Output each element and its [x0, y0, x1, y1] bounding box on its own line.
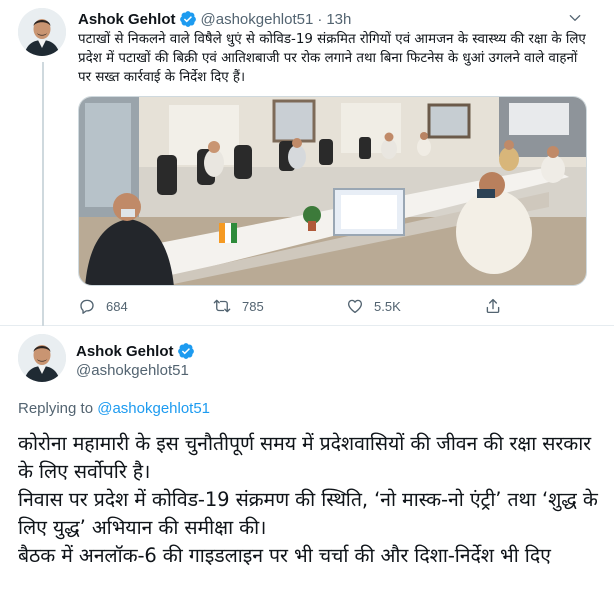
author-name[interactable]: Ashok Gehlot: [76, 343, 174, 360]
replying-to: Replying to @ashokgehlot51: [18, 400, 210, 417]
author-handle[interactable]: @ashokgehlot51: [201, 11, 314, 28]
retweet-count: 785: [242, 298, 264, 314]
chevron-down-icon: [569, 15, 581, 21]
tweet-actions: 684 785 5.5K: [78, 293, 518, 319]
verified-badge-icon: [179, 10, 197, 28]
more-options-button[interactable]: [564, 8, 586, 28]
share-icon: [486, 298, 500, 314]
tweet-text: पटाखों से निकलने वाले विषैले धुएं से कोव…: [78, 32, 586, 85]
reply-button[interactable]: 684: [78, 293, 128, 319]
reply-count: 684: [106, 298, 128, 314]
timestamp[interactable]: 13h: [326, 11, 351, 28]
replying-to-handle-link[interactable]: @ashokgehlot51: [97, 400, 210, 417]
like-count: 5.5K: [374, 298, 401, 314]
reply-text: कोरोना महामारी के इस चुनौतीपूर्ण समय में…: [18, 430, 598, 570]
author-name[interactable]: Ashok Gehlot: [78, 11, 176, 28]
heart-icon: [347, 299, 363, 314]
share-button[interactable]: [484, 293, 512, 319]
thread-connector-line: [42, 62, 44, 326]
author-handle[interactable]: @ashokgehlot51: [76, 362, 195, 379]
reply-text-paragraph: कोरोना महामारी के इस चुनौतीपूर्ण समय में…: [18, 432, 592, 483]
avatar[interactable]: [18, 8, 66, 56]
separator: ·: [317, 10, 323, 28]
retweet-icon: [213, 299, 231, 313]
reply-text-paragraph: बैठक में अनलॉक-6 की गाइडलाइन पर भी चर्चा…: [18, 544, 551, 567]
tweet-photo[interactable]: [78, 96, 587, 286]
replying-to-label: Replying to: [18, 400, 94, 417]
reply-author: Ashok Gehlot @ashokgehlot51: [76, 341, 195, 379]
retweet-button[interactable]: 785: [212, 293, 264, 319]
verified-badge-icon: [177, 342, 195, 360]
reply-icon: [80, 299, 94, 314]
meeting-room-photo: [79, 97, 586, 285]
like-button[interactable]: 5.5K: [346, 293, 401, 319]
tweet[interactable]: Ashok Gehlot @ashokgehlot51 · 13h पटाखों…: [0, 0, 614, 326]
reply-text-paragraph: निवास पर प्रदेश में कोविड-19 संक्रमण की …: [18, 488, 598, 539]
avatar[interactable]: [18, 334, 66, 382]
